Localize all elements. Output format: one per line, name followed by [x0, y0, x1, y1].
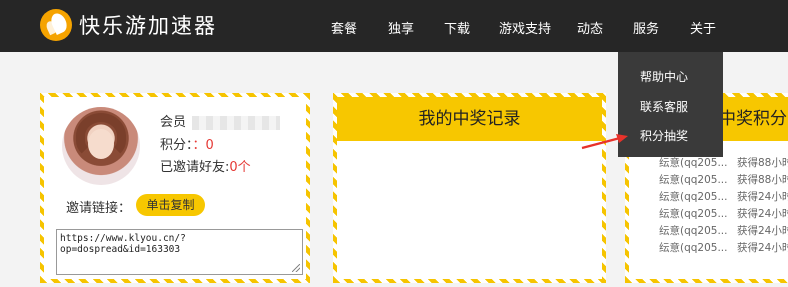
points-row: 积分：：0	[160, 134, 214, 153]
invited-row: 已邀请好友:0个	[160, 156, 251, 175]
nav-item-game-support[interactable]: 游戏支持	[499, 18, 551, 37]
nav-item-packages[interactable]: 套餐	[331, 18, 357, 37]
top-nav-bar: 快乐游加速器 套餐 独享 下载 游戏支持 动态 服务 关于	[0, 0, 788, 52]
annotation-arrow-icon	[581, 134, 628, 150]
invited-value: 0个	[229, 160, 251, 175]
record-prize: 获得24小时	[737, 242, 788, 254]
logo-icon	[40, 9, 72, 41]
resize-grip-icon[interactable]	[292, 264, 300, 272]
member-label: 会员	[160, 115, 187, 130]
masked-username	[192, 115, 281, 130]
menu-item-contact-support[interactable]: 联系客服	[640, 98, 688, 115]
nav-item-about[interactable]: 关于	[690, 18, 716, 37]
invited-label: 已邀请好友:	[160, 160, 230, 175]
nav-item-news[interactable]: 动态	[577, 18, 603, 37]
record-user: 纭意(qq205...	[659, 242, 728, 254]
points-label: 积分：	[160, 138, 193, 153]
service-dropdown-menu: 帮助中心 联系客服 积分抽奖	[618, 52, 723, 157]
record-user: 纭意(qq205...	[659, 208, 728, 220]
copy-link-button[interactable]: 单击复制	[136, 194, 205, 216]
my-prizes-panel: 我的中奖记录	[333, 93, 606, 283]
record-prize: 获得24小时	[737, 191, 788, 203]
menu-item-points-lottery[interactable]: 积分抽奖	[640, 127, 688, 144]
avatar	[62, 107, 140, 185]
nav-item-download[interactable]: 下载	[444, 18, 470, 37]
record-user: 纭意(qq205...	[659, 225, 728, 237]
invite-url: https://www.klyou.cn/?op=dospread&id=163…	[60, 233, 186, 255]
profile-panel: 会员 积分：：0 已邀请好友:0个 邀请链接： 单击复制 https://www…	[40, 93, 310, 283]
record-user: 纭意(qq205...	[659, 157, 728, 169]
record-user: 纭意(qq205...	[659, 191, 728, 203]
nav-item-service[interactable]: 服务	[633, 18, 659, 37]
member-row: 会员	[160, 111, 281, 130]
record-user: 纭意(qq205...	[659, 174, 728, 186]
points-value: ：0	[192, 138, 214, 153]
record-prize: 获得24小时	[737, 208, 788, 220]
logo-text: 快乐游加速器	[79, 14, 217, 38]
site-logo[interactable]: 快乐游加速器	[40, 9, 217, 41]
nav-item-exclusive[interactable]: 独享	[388, 18, 414, 37]
invite-link-label: 邀请链接：	[66, 201, 132, 216]
record-prize: 获得88小时	[737, 157, 788, 169]
invite-url-textarea[interactable]: https://www.klyou.cn/?op=dospread&id=163…	[56, 229, 303, 275]
my-prizes-title: 我的中奖记录	[337, 97, 602, 141]
record-prize: 获得88小时	[737, 174, 788, 186]
menu-item-help-center[interactable]: 帮助中心	[640, 68, 688, 85]
record-prize: 获得24小时	[737, 225, 788, 237]
